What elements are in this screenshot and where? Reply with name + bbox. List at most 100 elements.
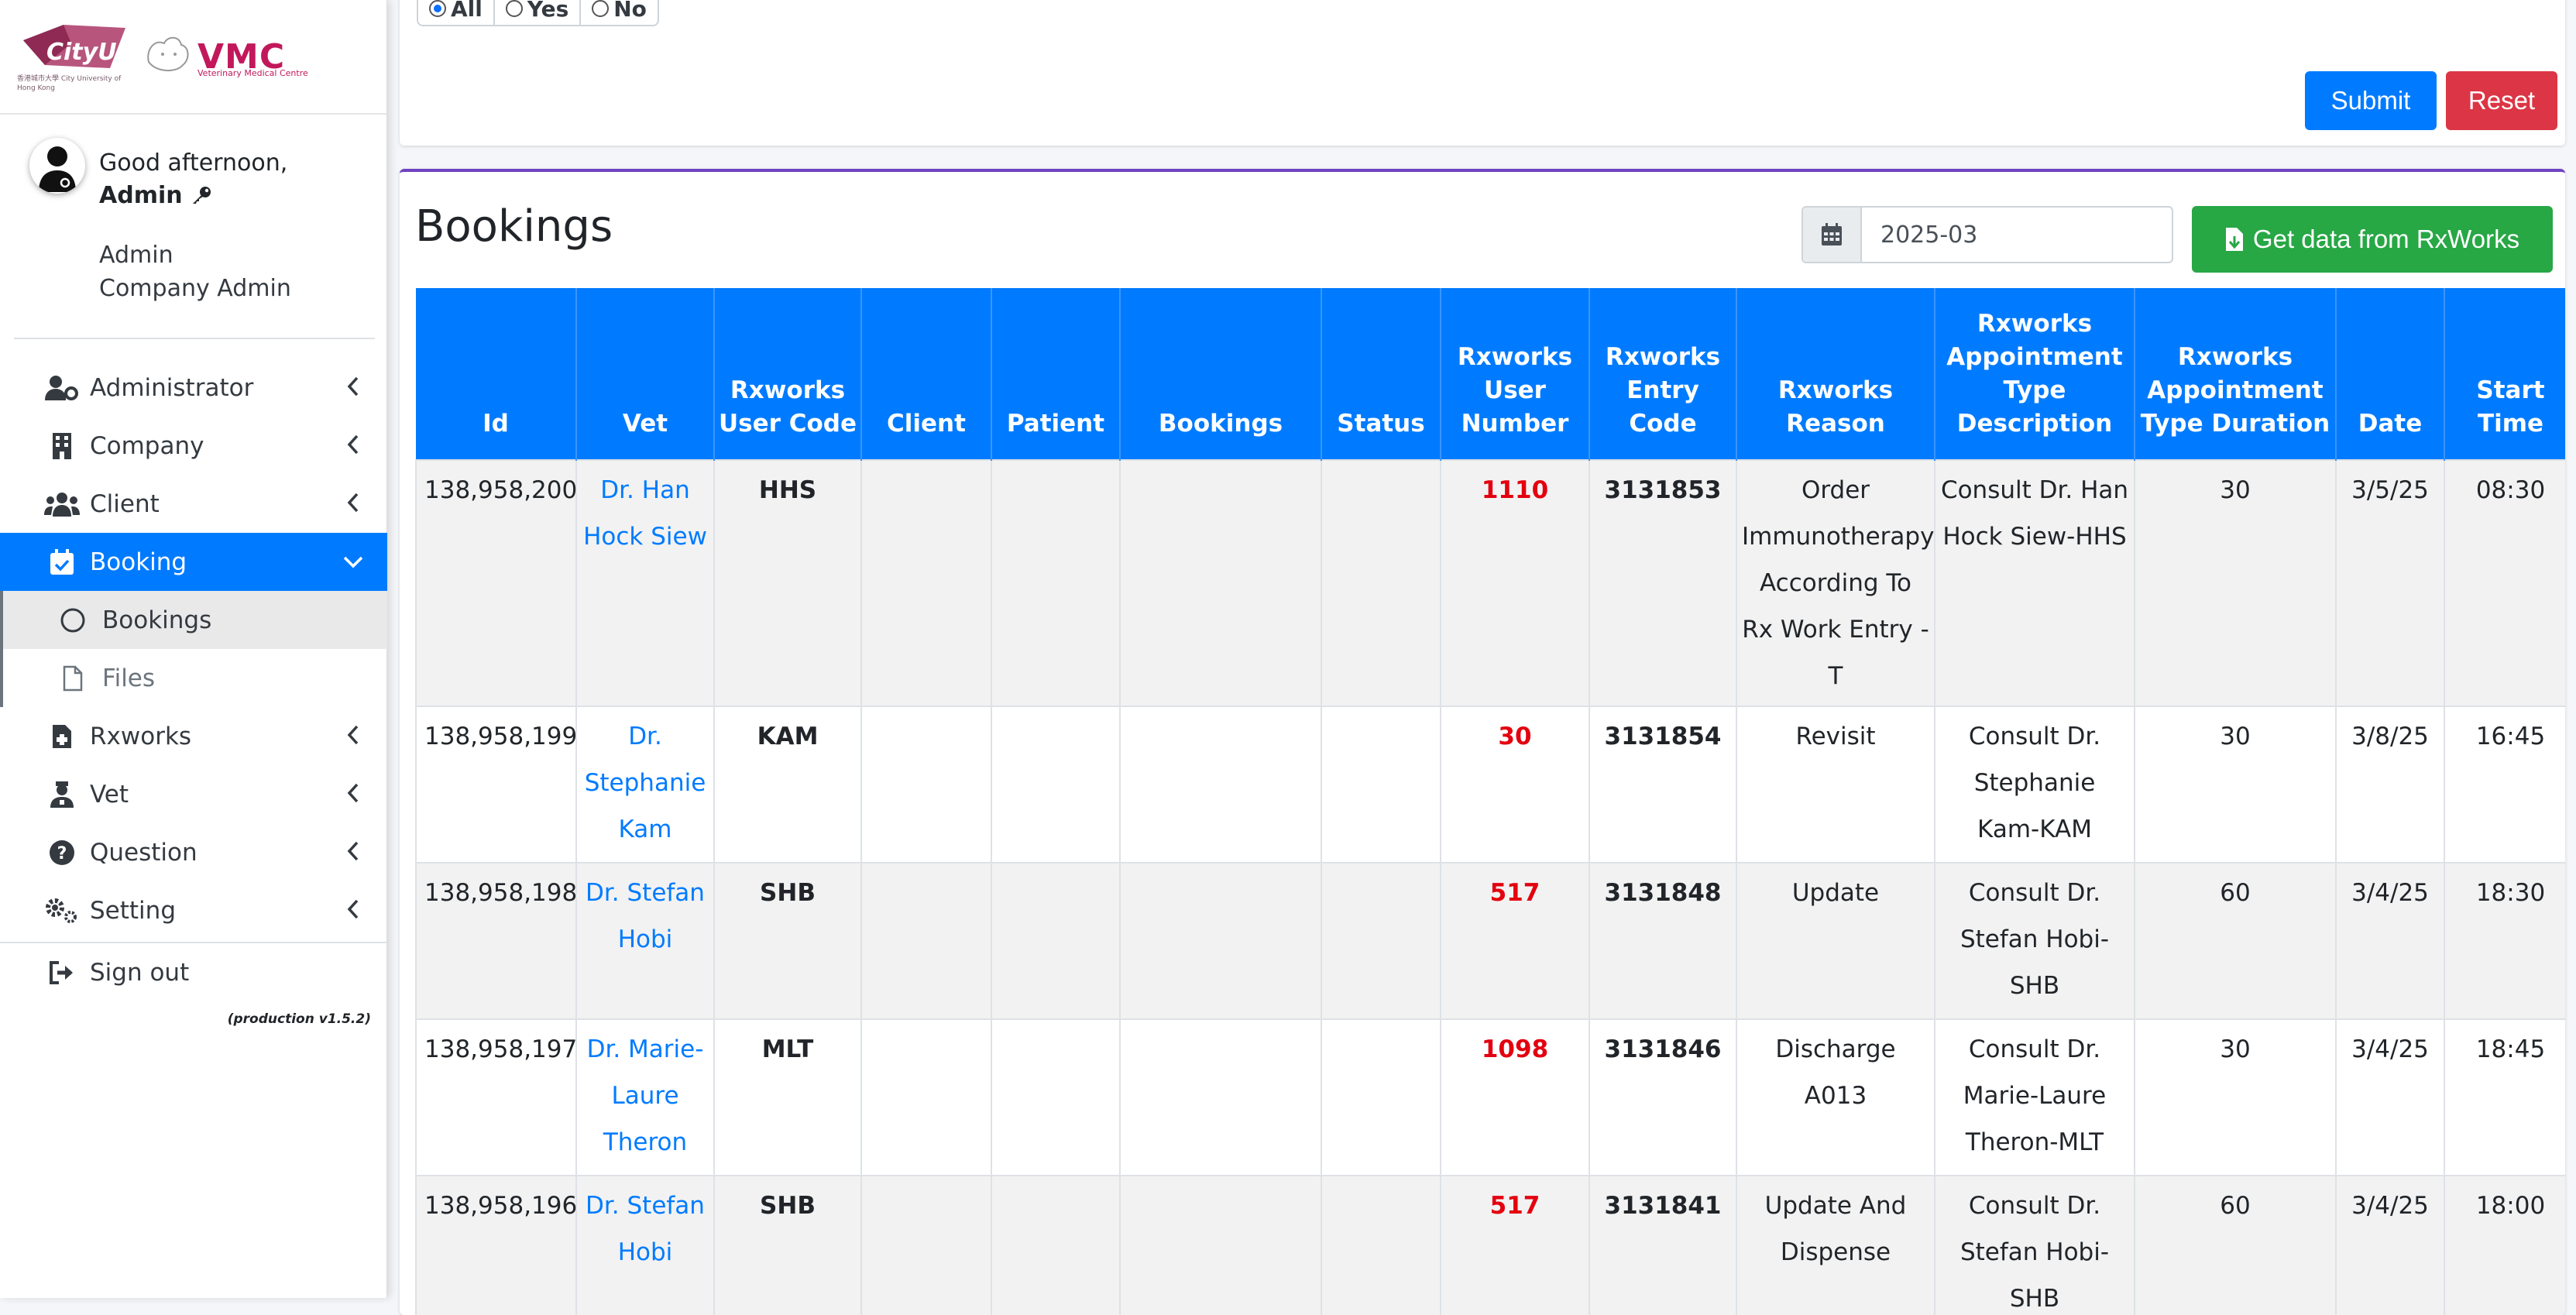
cell-type-description: Consult Dr. Stefan Hobi-SHB <box>1934 862 2135 1020</box>
cell-start-time: 18:30 <box>2444 862 2565 1020</box>
svg-text:?: ? <box>57 844 67 864</box>
cell-user-code: MLT <box>713 1018 862 1176</box>
column-header-status[interactable]: Status <box>1321 288 1441 460</box>
vet-link[interactable]: Dr. Han Hock Siew <box>575 459 715 707</box>
cell-patient <box>991 1018 1121 1176</box>
radio-button-checked[interactable] <box>429 0 446 17</box>
user-role-line2: Company Admin <box>99 275 291 302</box>
radio-no[interactable]: No <box>581 0 658 25</box>
sidebar-item-signout[interactable]: Sign out <box>0 943 387 1001</box>
cityu-subtitle: 香港城市大學 City University of Hong Kong <box>17 75 122 92</box>
cell-bookings <box>1119 1175 1322 1315</box>
sidebar-item-vet[interactable]: Vet <box>0 765 387 823</box>
cell-user-number: 517 <box>1440 862 1590 1020</box>
radio-button[interactable] <box>592 0 610 17</box>
table-row[interactable]: 138,958,199 Dr. Stephanie Kam KAM 30 313… <box>415 706 2565 864</box>
sidebar-item-booking[interactable]: Booking <box>0 533 387 591</box>
vet-link[interactable]: Dr. Stephanie Kam <box>575 706 715 864</box>
sidebar-item-setting[interactable]: Setting <box>0 881 387 939</box>
submit-button[interactable]: Submit <box>2305 71 2437 130</box>
sidebar-label-setting: Setting <box>90 896 176 925</box>
table-row[interactable]: 138,958,198 Dr. Stefan Hobi SHB 517 3131… <box>415 862 2565 1020</box>
chevron-left-icon <box>347 376 359 397</box>
user-role-line1: Admin <box>99 242 173 269</box>
cell-user-code: SHB <box>713 1175 862 1315</box>
sidebar-item-administrator[interactable]: Administrator <box>0 359 387 417</box>
sidebar-label-company: Company <box>90 431 204 460</box>
cell-bookings <box>1119 862 1322 1020</box>
bookings-table: Id Vet Rxworks User Code Client Patient … <box>415 288 2565 1315</box>
filter-radio-group: All Yes No <box>417 0 659 26</box>
column-header-client[interactable]: Client <box>861 288 992 460</box>
table-row[interactable]: 138,958,200 Dr. Han Hock Siew HHS 1110 3… <box>415 459 2565 707</box>
calendar-icon <box>1822 223 1842 245</box>
column-header-appointment-type-description[interactable]: Rxworks Appointment Type Description <box>1935 288 2135 460</box>
user-name[interactable]: Admin <box>99 182 183 209</box>
column-header-rxworks-reason[interactable]: Rxworks Reason <box>1736 288 1935 460</box>
user-gear-icon <box>39 373 85 403</box>
cell-status <box>1321 459 1441 707</box>
chevron-left-icon <box>347 783 359 803</box>
avatar[interactable] <box>29 138 85 194</box>
cell-client <box>860 862 992 1020</box>
sidebar-subitem-files[interactable]: Files <box>0 649 387 707</box>
user-role: Admin Company Admin <box>99 239 291 305</box>
cell-start-time: 18:45 <box>2444 1018 2565 1176</box>
cell-type-duration: 30 <box>2134 459 2337 707</box>
cell-type-description: Consult Dr. Stefan Hobi-SHB <box>1934 1175 2135 1315</box>
cell-user-number: 517 <box>1440 1175 1590 1315</box>
reset-button[interactable]: Reset <box>2446 71 2557 130</box>
key-icon <box>193 187 211 204</box>
vet-link[interactable]: Dr. Stefan Hobi <box>575 862 715 1020</box>
chevron-left-icon <box>347 434 359 455</box>
vet-link[interactable]: Dr. Marie-Laure Theron <box>575 1018 715 1176</box>
column-header-rxworks-entry-code[interactable]: Rxworks Entry Code <box>1589 288 1737 460</box>
column-header-patient[interactable]: Patient <box>991 288 1121 460</box>
cell-date: 3/8/25 <box>2335 706 2445 864</box>
column-header-date[interactable]: Date <box>2336 288 2445 460</box>
cell-reason: Revisit <box>1736 706 1935 864</box>
cell-client <box>860 706 992 864</box>
sidebar-item-question[interactable]: ? Question <box>0 823 387 881</box>
sidebar-item-company[interactable]: Company <box>0 417 387 475</box>
page-title: Bookings <box>415 201 613 252</box>
filter-card: All Yes No Submit Reset <box>400 0 2565 146</box>
column-header-id[interactable]: Id <box>416 288 577 460</box>
brand-header: CityU 香港城市大學 City University of Hong Kon… <box>0 0 386 115</box>
table-row[interactable]: 138,958,197 Dr. Marie-Laure Theron MLT 1… <box>415 1018 2565 1176</box>
radio-button[interactable] <box>505 0 523 17</box>
users-icon <box>39 489 85 520</box>
table-row[interactable]: 138,958,196 Dr. Stefan Hobi SHB 517 3131… <box>415 1175 2565 1315</box>
sidebar-item-client[interactable]: Client <box>0 475 387 533</box>
cell-user-code: KAM <box>713 706 862 864</box>
column-header-start-time[interactable]: Start Time <box>2444 288 2565 460</box>
cell-entry-code: 3131848 <box>1589 862 1737 1020</box>
column-header-appointment-type-duration[interactable]: Rxworks Appointment Type Duration <box>2135 288 2337 460</box>
vet-link[interactable]: Dr. Stefan Hobi <box>575 1175 715 1315</box>
month-input-value[interactable]: 2025-03 <box>1862 208 2172 262</box>
radio-yes[interactable]: Yes <box>495 0 582 25</box>
month-picker[interactable]: 2025-03 <box>1801 206 2173 263</box>
column-header-rxworks-user-number[interactable]: Rxworks User Number <box>1441 288 1590 460</box>
column-header-bookings[interactable]: Bookings <box>1120 288 1322 460</box>
cell-id: 138,958,200 <box>415 459 577 707</box>
cell-status <box>1321 1018 1441 1176</box>
radio-all[interactable]: All <box>418 0 495 25</box>
sidebar-subitem-bookings[interactable]: Bookings <box>0 591 387 649</box>
column-header-vet[interactable]: Vet <box>576 288 715 460</box>
cell-bookings <box>1119 1018 1322 1176</box>
calendar-addon[interactable] <box>1803 208 1862 262</box>
question-circle-icon: ? <box>39 837 85 868</box>
file-medical-icon <box>39 721 85 752</box>
file-icon <box>50 665 96 692</box>
cell-type-description: Consult Dr. Marie-Laure Theron-MLT <box>1934 1018 2135 1176</box>
cell-user-number: 1110 <box>1440 459 1590 707</box>
table-body: 138,958,200 Dr. Han Hock Siew HHS 1110 3… <box>415 459 2565 1315</box>
cell-user-code: HHS <box>713 459 862 707</box>
sidebar-item-rxworks[interactable]: Rxworks <box>0 707 387 765</box>
vmc-dog-cat-logo[interactable] <box>141 31 195 77</box>
column-header-rxworks-user-code[interactable]: Rxworks User Code <box>714 288 862 460</box>
get-rxworks-data-button[interactable]: Get data from RxWorks <box>2192 206 2553 273</box>
cell-reason: Discharge A013 <box>1736 1018 1935 1176</box>
cell-id: 138,958,199 <box>415 706 577 864</box>
